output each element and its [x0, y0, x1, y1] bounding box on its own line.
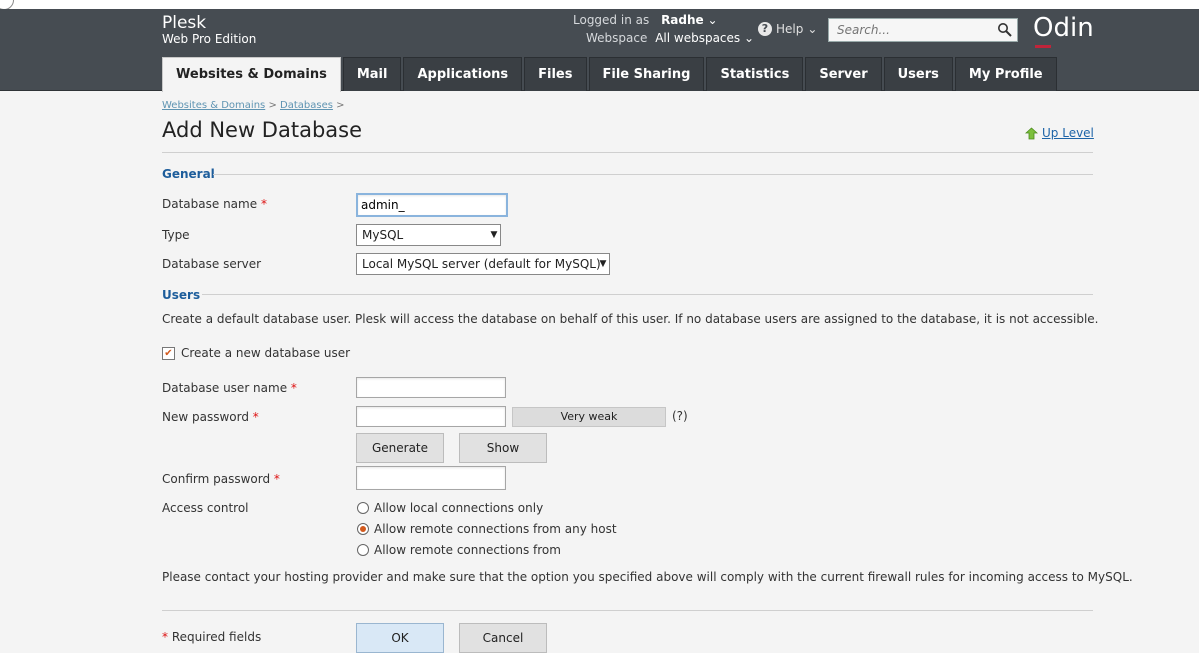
db-user-name-label: Database user name *	[162, 381, 297, 395]
tab-users[interactable]: Users	[883, 57, 953, 91]
ok-button[interactable]: OK	[356, 623, 444, 653]
radio-button	[357, 502, 369, 514]
chevron-down-icon: ⌄	[744, 31, 755, 45]
password-strength-help[interactable]: (?)	[672, 409, 688, 423]
search-icon[interactable]	[997, 22, 1013, 38]
firewall-note: Please contact your hosting provider and…	[162, 570, 1133, 584]
tab-file-sharing[interactable]: File Sharing	[588, 57, 705, 91]
chevron-down-icon: ▼	[599, 259, 607, 269]
help-menu[interactable]: ? Help ⌄	[758, 22, 817, 36]
new-password-label: New password *	[162, 410, 259, 424]
access-option-remote-from[interactable]: Allow remote connections from	[357, 543, 561, 557]
page-title: Add New Database	[162, 118, 363, 142]
tab-applications[interactable]: Applications	[403, 57, 523, 91]
breadcrumb: Websites & Domains > Databases >	[162, 100, 345, 111]
access-option-label: Allow local connections only	[374, 501, 544, 515]
section-users-title: Users	[162, 288, 201, 302]
top-header: Plesk Web Pro Edition Logged in as Radhe…	[0, 9, 1199, 92]
logo-underline	[1035, 45, 1051, 48]
type-select-value: MySQL	[362, 228, 404, 242]
users-description: Create a default database user. Plesk wi…	[162, 312, 1099, 326]
breadcrumb-link-databases[interactable]: Databases	[280, 100, 333, 111]
create-user-label: Create a new database user	[181, 346, 351, 360]
tab-server[interactable]: Server	[805, 57, 882, 91]
chevron-down-icon: ▼	[490, 230, 498, 240]
footer-divider	[162, 610, 1093, 611]
brand: Plesk Web Pro Edition	[162, 14, 256, 46]
tab-websites-domains[interactable]: Websites & Domains	[162, 57, 341, 92]
breadcrumb-link-websites[interactable]: Websites & Domains	[162, 100, 265, 111]
webspace-info: Webspace All webspaces ⌄	[586, 31, 754, 45]
db-server-label: Database server	[162, 257, 262, 271]
type-select[interactable]: MySQL ▼	[356, 224, 501, 246]
tab-statistics[interactable]: Statistics	[706, 57, 804, 91]
breadcrumb-separator: >	[336, 100, 345, 111]
tab-my-profile[interactable]: My Profile	[954, 57, 1057, 91]
odin-logo: Odin	[1033, 13, 1094, 48]
access-option-any-host[interactable]: Allow remote connections from any host	[357, 522, 617, 536]
webspace-select[interactable]: All webspaces	[655, 31, 740, 45]
main-tabs: Websites & Domains Mail Applications Fil…	[162, 57, 1057, 92]
radio-button	[357, 544, 369, 556]
db-server-select[interactable]: Local MySQL server (default for MySQL) ▼	[356, 253, 610, 275]
tab-files[interactable]: Files	[524, 57, 587, 91]
access-option-local[interactable]: Allow local connections only	[357, 501, 543, 515]
brand-edition: Web Pro Edition	[162, 32, 257, 46]
chevron-down-icon: ⌄	[807, 22, 818, 36]
up-arrow-icon	[1025, 126, 1038, 139]
db-name-input[interactable]	[356, 193, 508, 217]
logged-in-label: Logged in as	[573, 13, 650, 27]
generate-password-button[interactable]: Generate	[356, 433, 444, 463]
webspace-label: Webspace	[586, 31, 648, 45]
create-user-checkbox[interactable]: ✔	[162, 346, 175, 360]
up-level-label: Up Level	[1042, 126, 1094, 140]
help-label: Help	[776, 22, 804, 36]
cancel-button[interactable]: Cancel	[459, 623, 547, 653]
db-server-select-value: Local MySQL server (default for MySQL)	[362, 257, 601, 271]
confirm-password-label: Confirm password *	[162, 472, 280, 486]
browser-top-strip	[0, 0, 1199, 10]
chevron-down-icon: ⌄	[707, 13, 718, 27]
logged-in-info: Logged in as Radhe ⌄	[573, 13, 718, 27]
search-input[interactable]	[829, 20, 987, 40]
section-general-divider	[213, 174, 1093, 175]
new-password-input[interactable]	[356, 406, 506, 427]
db-name-label: Database name *	[162, 197, 267, 211]
section-general-title: General	[162, 167, 215, 181]
title-divider	[162, 152, 1093, 153]
logo-text: Odin	[1033, 13, 1094, 43]
help-icon: ?	[758, 22, 772, 36]
create-user-row: ✔ Create a new database user	[162, 346, 350, 360]
user-menu[interactable]: Radhe	[661, 13, 704, 27]
tab-mail[interactable]: Mail	[342, 57, 402, 91]
db-user-name-input[interactable]	[356, 377, 506, 398]
required-fields-note: * Required fields	[162, 630, 262, 644]
confirm-password-input[interactable]	[356, 466, 506, 490]
search-box	[828, 18, 1018, 42]
radio-button-selected	[357, 523, 369, 535]
show-password-button[interactable]: Show	[459, 433, 547, 463]
access-option-label: Allow remote connections from	[374, 543, 561, 557]
section-users-divider	[202, 294, 1093, 295]
up-level-link[interactable]: Up Level	[1025, 126, 1094, 140]
type-label: Type	[162, 228, 190, 242]
password-strength-meter: Very weak	[512, 407, 666, 427]
access-control-label: Access control	[162, 501, 249, 515]
brand-name: Plesk	[162, 13, 207, 33]
access-option-label: Allow remote connections from any host	[374, 522, 617, 536]
breadcrumb-separator: >	[268, 100, 280, 111]
